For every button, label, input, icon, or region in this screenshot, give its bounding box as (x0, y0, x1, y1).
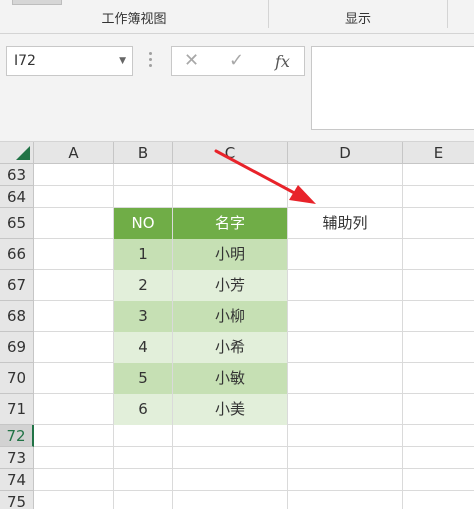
row-header-73[interactable]: 73 (0, 447, 34, 469)
gridline (34, 446, 474, 447)
row-header-64[interactable]: 64 (0, 186, 34, 208)
table-cell-no[interactable]: 5 (114, 363, 172, 394)
ribbon-group-workbook-views: 工作簿视图 (0, 0, 268, 34)
row-header-65[interactable]: 65 (0, 208, 34, 239)
table-cell-name[interactable]: 小明 (173, 239, 287, 270)
formula-input[interactable] (311, 46, 474, 130)
ribbon-group-label: 显示 (344, 12, 371, 27)
table-header-no[interactable]: NO (114, 208, 172, 239)
table-header-name[interactable]: 名字 (173, 208, 287, 239)
spreadsheet-grid[interactable]: A B C D E 63 64 65 66 67 68 69 70 71 72 … (0, 142, 474, 509)
row-header-71[interactable]: 71 (0, 394, 34, 425)
select-all-corner[interactable] (0, 142, 34, 164)
row-header-72[interactable]: 72 (0, 425, 34, 447)
formula-bar-area: I72 ▼ ✕ ✓ fx (0, 34, 474, 142)
ribbon: 工作簿视图 显示 (0, 0, 474, 34)
enter-check-icon[interactable]: ✓ (229, 50, 244, 71)
table-cell-name[interactable]: 小柳 (173, 301, 287, 332)
row-header-75[interactable]: 75 (0, 491, 34, 509)
row-header-68[interactable]: 68 (0, 301, 34, 332)
column-header-d[interactable]: D (288, 142, 403, 164)
select-all-triangle-icon (16, 146, 30, 160)
table-cell-no[interactable]: 1 (114, 239, 172, 270)
table-cell-no[interactable]: 2 (114, 270, 172, 301)
gridline (34, 185, 474, 186)
row-header-66[interactable]: 66 (0, 239, 34, 270)
column-header-c[interactable]: C (173, 142, 288, 164)
helper-column-label[interactable]: 辅助列 (288, 208, 402, 239)
row-header-67[interactable]: 67 (0, 270, 34, 301)
cancel-icon[interactable]: ✕ (184, 50, 199, 71)
column-header-a[interactable]: A (34, 142, 114, 164)
drag-handle-icon[interactable] (149, 52, 153, 70)
table-cell-name[interactable]: 小敏 (173, 363, 287, 394)
insert-function-icon[interactable]: fx (275, 52, 290, 71)
gridline (34, 468, 474, 469)
name-box-value: I72 (14, 53, 36, 69)
column-header-e[interactable]: E (403, 142, 474, 164)
formula-buttons: ✕ ✓ fx (171, 46, 305, 76)
ribbon-group-show: 显示 (269, 0, 447, 34)
table-cell-no[interactable]: 3 (114, 301, 172, 332)
table-cell-name[interactable]: 小美 (173, 394, 287, 425)
row-header-74[interactable]: 74 (0, 469, 34, 491)
table-cell-name[interactable]: 小希 (173, 332, 287, 363)
name-box[interactable]: I72 ▼ (6, 46, 133, 76)
row-header-69[interactable]: 69 (0, 332, 34, 363)
ribbon-group-label: 工作簿视图 (101, 12, 167, 27)
column-header-b[interactable]: B (114, 142, 173, 164)
gridline (402, 164, 403, 509)
table-cell-no[interactable]: 4 (114, 332, 172, 363)
row-header-70[interactable]: 70 (0, 363, 34, 394)
table-cell-no[interactable]: 6 (114, 394, 172, 425)
row-header-63[interactable]: 63 (0, 164, 34, 186)
gridline (34, 490, 474, 491)
table-cell-name[interactable]: 小芳 (173, 270, 287, 301)
ribbon-separator (447, 0, 448, 28)
chevron-down-icon[interactable]: ▼ (119, 47, 126, 75)
